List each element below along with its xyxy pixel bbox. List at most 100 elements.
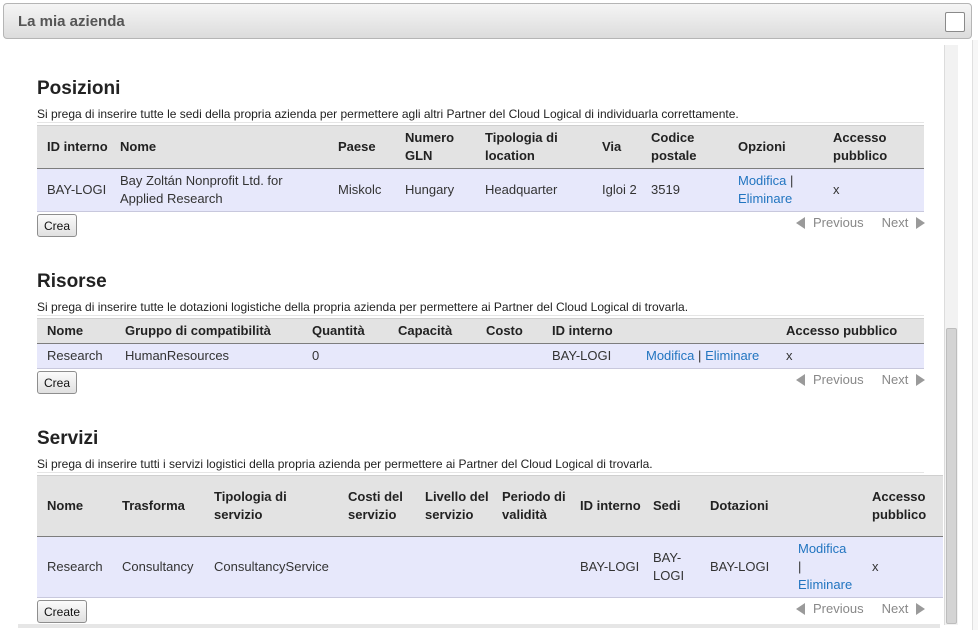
chevron-left-icon [796,602,805,615]
services-create-button[interactable]: Create [37,600,88,623]
cell-id: BAY-LOGI [542,343,636,369]
col-via[interactable]: Via [592,125,641,169]
services-title: Servizi [37,428,99,449]
services-pager: Previous Next [796,601,926,616]
positions-next-button[interactable]: Next [882,215,926,230]
col-tipologia-location[interactable]: Tipologia di location [475,125,592,169]
next-label: Next [881,601,909,616]
scrollbar-thumb[interactable] [946,328,957,624]
chevron-right-icon [916,602,926,615]
cell-street: Igloi 2 [592,168,641,212]
table-row: BAY-LOGI Bay Zoltán Nonprofit Ltd. for A… [37,168,924,212]
col-costi-servizio[interactable]: Costi del servizio [338,475,415,537]
resources-title: Risorse [37,271,107,292]
col-dotazioni[interactable]: Dotazioni [700,475,788,537]
edit-link[interactable]: Modifica [798,541,846,556]
delete-link[interactable]: Eliminare [738,191,792,206]
cell-cost [338,536,415,598]
col-trasforma[interactable]: Trasforma [112,475,204,537]
edit-link[interactable]: Modifica [738,173,786,188]
col-id-interno[interactable]: ID interno [542,318,636,344]
positions-create-button[interactable]: Crea [37,214,78,237]
cell-postal: 3519 [641,168,728,212]
table-row: Research HumanResources 0 BAY-LOGI Modif… [37,343,924,369]
right-edge [972,40,978,630]
col-gruppo-compatibilita[interactable]: Gruppo di compatibilità [115,318,302,344]
col-nome[interactable]: Nome [37,475,112,537]
col-id-interno[interactable]: ID interno [570,475,643,537]
col-nome[interactable]: Nome [37,318,115,344]
cell-public: x [823,168,924,212]
cell-equipment: BAY-LOGI [700,536,788,598]
chevron-left-icon [796,373,805,386]
maximize-icon[interactable] [945,12,965,32]
previous-label: Previous [813,215,864,230]
cell-options: Modifica | Eliminare [728,168,823,212]
col-accesso-pubblico[interactable]: Accesso pubblico [776,318,924,344]
chevron-left-icon [796,216,805,229]
cell-transform: Consultancy [112,536,204,598]
delete-link[interactable]: Eliminare [705,348,759,363]
cell-capacity [388,343,476,369]
col-livello-servizio[interactable]: Livello del servizio [415,475,492,537]
col-accesso-pubblico[interactable]: Accesso pubblico [823,125,924,169]
bottom-divider [18,624,940,628]
link-separator: | [798,559,802,574]
col-options [636,318,776,344]
cell-period [492,536,570,598]
services-table: Nome Trasforma Tipologia di servizio Cos… [37,475,943,598]
col-id-interno[interactable]: ID interno [37,125,110,169]
window-header: La mia azienda [3,3,972,39]
cell-name: Research [37,343,115,369]
cell-type: Headquarter [475,168,592,212]
resources-next-button[interactable]: Next [882,372,926,387]
services-description: Si prega di inserire tutti i servizi log… [37,456,924,473]
col-periodo-validita[interactable]: Periodo di validità [492,475,570,537]
positions-table: ID interno Nome Paese Numero GLN Tipolog… [37,125,924,212]
col-capacita[interactable]: Capacità [388,318,476,344]
positions-title: Posizioni [37,78,121,99]
col-nome[interactable]: Nome [110,125,328,169]
resources-create-button[interactable]: Crea [37,371,78,394]
cell-sites: BAY-LOGI [643,536,700,598]
cell-type: ConsultancyService [204,536,338,598]
previous-label: Previous [813,372,864,387]
cell-public: x [776,343,924,369]
col-options [788,475,862,537]
cell-options: Modifica | Eliminare [788,536,862,598]
link-separator: | [790,173,794,188]
cell-quantity: 0 [302,343,388,369]
chevron-right-icon [916,373,926,386]
col-accesso-pubblico[interactable]: Accesso pubblico [862,475,943,537]
resources-section: Risorse Si prega di inserire tutte le do… [37,269,924,369]
col-quantita[interactable]: Quantità [302,318,388,344]
col-sedi[interactable]: Sedi [643,475,700,537]
resources-pager: Previous Next [796,372,926,387]
positions-header-row: ID interno Nome Paese Numero GLN Tipolog… [37,125,924,169]
services-header-row: Nome Trasforma Tipologia di servizio Cos… [37,475,943,537]
col-costo[interactable]: Costo [476,318,542,344]
delete-link[interactable]: Eliminare [798,577,852,592]
cell-gln: Hungary [395,168,475,212]
cell-cost [476,343,542,369]
services-next-button[interactable]: Next [882,601,926,616]
services-previous-button[interactable]: Previous [796,601,864,616]
col-tipologia-servizio[interactable]: Tipologia di servizio [204,475,338,537]
resources-header-row: Nome Gruppo di compatibilità Quantità Ca… [37,318,924,344]
col-paese[interactable]: Paese [328,125,395,169]
cell-public: x [862,536,943,598]
positions-previous-button[interactable]: Previous [796,215,864,230]
col-opzioni[interactable]: Opzioni [728,125,823,169]
col-numero-gln[interactable]: Numero GLN [395,125,475,169]
cell-id: BAY-LOGI [37,168,110,212]
cell-group: HumanResources [115,343,302,369]
resources-table: Nome Gruppo di compatibilità Quantità Ca… [37,318,924,369]
positions-pager: Previous Next [796,215,926,230]
previous-label: Previous [813,601,864,616]
cell-name: Research [37,536,112,598]
resources-description: Si prega di inserire tutte le dotazioni … [37,299,924,316]
resources-previous-button[interactable]: Previous [796,372,864,387]
edit-link[interactable]: Modifica [646,348,694,363]
table-row: Research Consultancy ConsultancyService … [37,536,943,598]
col-codice-postale[interactable]: Codice postale [641,125,728,169]
